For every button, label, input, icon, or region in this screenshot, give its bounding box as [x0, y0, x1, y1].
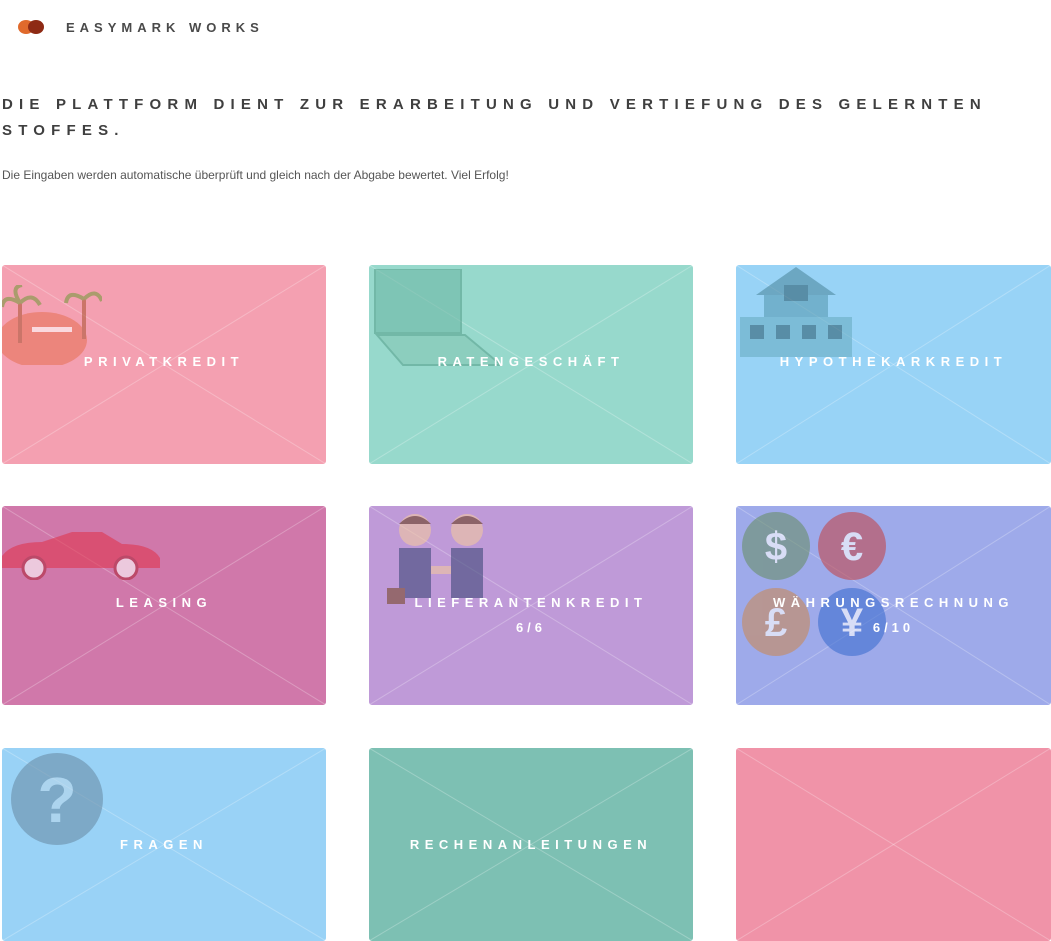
svg-text:$: $	[765, 525, 787, 569]
tile-waehrungsrechnung[interactable]: $ € £ ¥ WÄHRUNGSRECHNUNG 6/10	[736, 506, 1051, 705]
page-headline: DIE PLATTFORM DIENT ZUR ERARBEITUNG UND …	[2, 96, 987, 139]
tile-label: RECHENANLEITUNGEN	[409, 837, 653, 852]
question-icon: ?	[11, 753, 103, 845]
tile-ratengeschaeft[interactable]: RATENGESCHÄFT	[369, 265, 693, 464]
tile-leasing[interactable]: LEASING	[2, 506, 326, 705]
header: EASYMARK WORKS	[18, 16, 264, 38]
svg-text:€: €	[841, 525, 863, 569]
tile-label: HYPOTHEKARKREDIT	[779, 354, 1008, 369]
logo-icon[interactable]	[18, 17, 54, 37]
currency-icon: $ € £ ¥	[742, 512, 886, 656]
tile-empty[interactable]	[736, 748, 1051, 941]
tile-label: WÄHRUNGSRECHNUNG	[772, 595, 1015, 610]
tile-label: LIEFERANTENKREDIT	[414, 595, 648, 610]
beach-icon	[2, 285, 102, 365]
tile-label: PRIVATKREDIT	[83, 354, 245, 369]
tile-progress: 6/10	[872, 620, 915, 635]
tile-label: FRAGEN	[120, 837, 208, 852]
svg-text:?: ?	[37, 764, 76, 836]
tile-rechenanleitungen[interactable]: RECHENANLEITUNGEN	[369, 748, 693, 941]
tile-progress: 6/6	[515, 620, 547, 635]
tile-lieferantenkredit[interactable]: LIEFERANTENKREDIT 6/6	[369, 506, 693, 705]
tile-label: LEASING	[115, 595, 213, 610]
placeholder-cross	[736, 748, 1051, 941]
tile-hypothekarkredit[interactable]: HYPOTHEKARKREDIT	[736, 265, 1051, 464]
tile-privatkredit[interactable]: PRIVATKREDIT	[2, 265, 326, 464]
house-icon	[740, 267, 852, 357]
intro-text: Die Eingaben werden automatische überprü…	[2, 168, 509, 182]
car-icon	[2, 532, 160, 580]
brand-name[interactable]: EASYMARK WORKS	[66, 20, 264, 35]
tile-fragen[interactable]: ? FRAGEN	[2, 748, 326, 941]
tile-label: RATENGESCHÄFT	[437, 354, 625, 369]
